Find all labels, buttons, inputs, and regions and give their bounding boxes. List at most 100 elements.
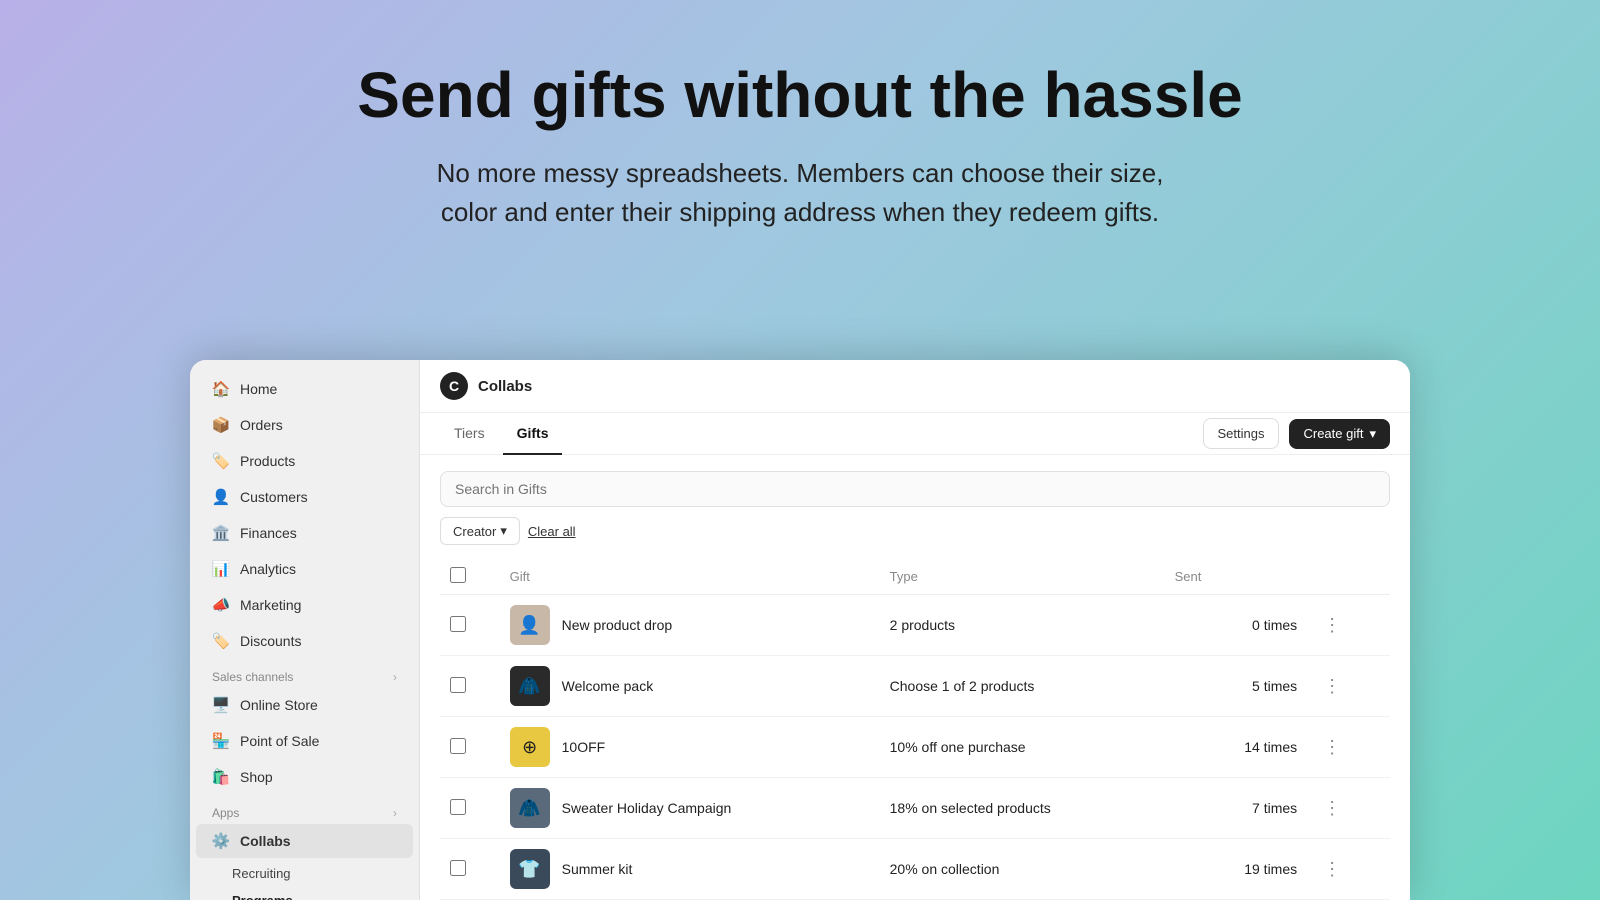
main-content: C Collabs Tiers Gifts Settings Create gi… [420,360,1410,900]
sidebar-item-point-of-sale[interactable]: 🏪 Point of Sale [196,724,413,758]
sidebar-label-marketing: Marketing [240,597,301,613]
top-bar: C Collabs [420,360,1410,413]
sidebar-item-online-store[interactable]: 🖥️ Online Store [196,688,413,722]
filter-chevron-icon: ▾ [500,523,507,539]
table-container: Creator ▾ Clear all Gift Type [420,455,1410,900]
sidebar-label-home: Home [240,381,277,397]
gift-type-2: 10% off one purchase [880,717,1165,778]
table-row: 🧥 Welcome pack Choose 1 of 2 products 5 … [440,656,1390,717]
marketing-icon: 📣 [212,596,230,614]
sidebar-item-customers[interactable]: 👤 Customers [196,480,413,514]
shop-icon: 🛍️ [212,768,230,786]
gift-sent-0: 0 times [1175,617,1298,633]
point-of-sale-icon: 🏪 [212,732,230,750]
analytics-icon: 📊 [212,560,230,578]
apps-chevron: › [393,806,397,820]
sidebar-sub-item-recruiting[interactable]: Recruiting [196,860,413,887]
tabs-right: Settings Create gift ▾ [1203,418,1391,449]
tabs-left: Tiers Gifts [440,413,562,454]
sidebar-label-recruiting: Recruiting [232,866,291,881]
sidebar-label-finances: Finances [240,525,297,541]
sidebar-item-collabs[interactable]: ⚙️ Collabs [196,824,413,858]
gift-sent-4: 19 times [1175,861,1298,877]
gift-name-1: Welcome pack [562,678,654,694]
sales-channels-chevron: › [393,670,397,684]
gift-type-4: 20% on collection [880,839,1165,900]
home-icon: 🏠 [212,380,230,398]
creator-filter-button[interactable]: Creator ▾ [440,517,520,545]
collabs-icon: ⚙️ [212,832,230,850]
hero-section: Send gifts without the hassle No more me… [0,0,1600,262]
gift-actions-button-0[interactable]: ⋮ [1317,613,1347,638]
gift-name-0: New product drop [562,617,673,633]
gifts-table: Gift Type Sent [440,559,1390,900]
sidebar-label-shop: Shop [240,769,273,785]
gift-name-2: 10OFF [562,739,606,755]
gift-thumbnail-3: 🧥 [510,788,550,828]
search-input[interactable] [440,471,1390,507]
orders-icon: 📦 [212,416,230,434]
app-logo: C [440,372,468,400]
gift-thumbnail-1: 🧥 [510,666,550,706]
sidebar-label-online-store: Online Store [240,697,318,713]
gift-type-1: Choose 1 of 2 products [880,656,1165,717]
table-row: 👕 Summer kit 20% on collection 19 times … [440,839,1390,900]
sidebar-item-shop[interactable]: 🛍️ Shop [196,760,413,794]
create-gift-button[interactable]: Create gift ▾ [1289,419,1390,449]
finances-icon: 🏛️ [212,524,230,542]
gift-sent-3: 7 times [1175,800,1298,816]
gift-actions-button-3[interactable]: ⋮ [1317,796,1347,821]
gift-actions-button-1[interactable]: ⋮ [1317,674,1347,699]
sidebar-item-discounts[interactable]: 🏷️ Discounts [196,624,413,658]
sidebar-item-orders[interactable]: 📦 Orders [196,408,413,442]
select-all-checkbox[interactable] [450,567,466,583]
sidebar-label-collabs: Collabs [240,833,291,849]
sidebar-label-analytics: Analytics [240,561,296,577]
row-checkbox-2[interactable] [450,738,466,754]
row-checkbox-4[interactable] [450,860,466,876]
sidebar: 🏠 Home 📦 Orders 🏷️ Products 👤 Customers … [190,360,420,900]
hero-title: Send gifts without the hassle [0,60,1600,130]
gift-sent-1: 5 times [1175,678,1298,694]
gift-actions-button-2[interactable]: ⋮ [1317,735,1347,760]
gift-thumbnail-2: ⊕ [510,727,550,767]
app-window: 🏠 Home 📦 Orders 🏷️ Products 👤 Customers … [190,360,1410,900]
sidebar-item-analytics[interactable]: 📊 Analytics [196,552,413,586]
gift-actions-button-4[interactable]: ⋮ [1317,857,1347,882]
settings-button[interactable]: Settings [1203,418,1280,449]
create-chevron-icon: ▾ [1369,426,1376,442]
sidebar-label-orders: Orders [240,417,283,433]
tab-tiers[interactable]: Tiers [440,413,499,455]
gift-name-4: Summer kit [562,861,633,877]
gift-type-0: 2 products [880,595,1165,656]
sidebar-label-products: Products [240,453,295,469]
tabs-bar: Tiers Gifts Settings Create gift ▾ [420,413,1410,455]
gift-sent-2: 14 times [1175,739,1298,755]
sidebar-item-marketing[interactable]: 📣 Marketing [196,588,413,622]
gift-thumbnail-0: 👤 [510,605,550,645]
sidebar-label-programs: Programs [232,893,293,900]
sidebar-item-finances[interactable]: 🏛️ Finances [196,516,413,550]
sales-channels-section: Sales channels › [190,660,419,688]
hero-subtitle: No more messy spreadsheets. Members can … [0,154,1600,232]
sidebar-sub-item-programs[interactable]: Programs [196,887,413,900]
table-row: 🧥 Sweater Holiday Campaign 18% on select… [440,778,1390,839]
sidebar-item-products[interactable]: 🏷️ Products [196,444,413,478]
gift-type-3: 18% on selected products [880,778,1165,839]
row-checkbox-3[interactable] [450,799,466,815]
customers-icon: 👤 [212,488,230,506]
apps-section: Apps › [190,796,419,824]
tab-gifts[interactable]: Gifts [503,413,563,455]
app-name: Collabs [478,378,532,395]
discounts-icon: 🏷️ [212,632,230,650]
table-row: 👤 New product drop 2 products 0 times ⋮ [440,595,1390,656]
clear-all-button[interactable]: Clear all [528,524,576,539]
sidebar-item-home[interactable]: 🏠 Home [196,372,413,406]
sidebar-label-point-of-sale: Point of Sale [240,733,319,749]
filter-row: Creator ▾ Clear all [440,517,1390,545]
row-checkbox-1[interactable] [450,677,466,693]
row-checkbox-0[interactable] [450,616,466,632]
products-icon: 🏷️ [212,452,230,470]
sidebar-label-discounts: Discounts [240,633,301,649]
sidebar-label-customers: Customers [240,489,308,505]
